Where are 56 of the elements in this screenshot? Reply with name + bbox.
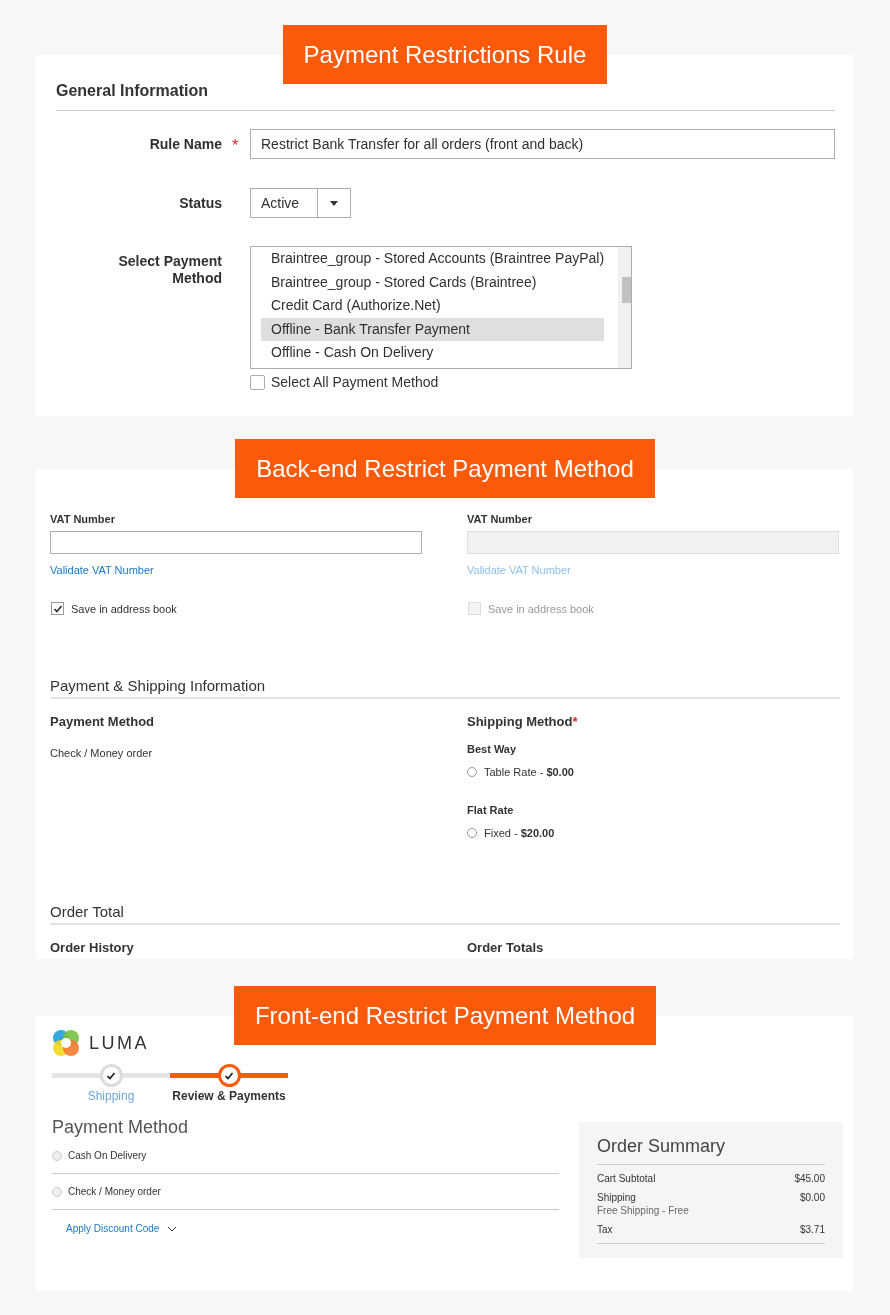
section-banner: Back-end Restrict Payment Method xyxy=(235,439,655,498)
checkbox-label: Save in address book xyxy=(71,602,177,615)
shipping-carrier: Best Way xyxy=(467,743,518,755)
section-banner: Front-end Restrict Payment Method xyxy=(233,986,657,1045)
summary-title: Order Summary xyxy=(597,1136,825,1165)
field-label: VAT Number xyxy=(50,513,116,525)
payment-option-label: Check / Money order xyxy=(68,1186,161,1197)
checkbox-label: Select All Payment Method xyxy=(271,374,439,390)
step-label: Review & Payments xyxy=(172,1089,286,1103)
field-label: Status xyxy=(178,194,222,212)
chevron-down-icon[interactable] xyxy=(167,1226,178,1232)
listbox-option[interactable]: Braintree_group - Stored Accounts (Braintree PayPal) xyxy=(261,247,605,271)
summary-value: $3.71 xyxy=(799,1224,825,1235)
column-title: Payment Method xyxy=(50,714,155,729)
listbox-option[interactable]: Braintree_group - Stored Cards (Braintree) xyxy=(261,270,605,294)
required-mark: * xyxy=(572,714,578,729)
vat-number-field[interactable] xyxy=(50,531,422,554)
payment-method-value: Check / Money order xyxy=(50,747,154,759)
section-heading: Payment Method xyxy=(52,1117,190,1138)
listbox-option[interactable]: Offline - Cash On Delivery xyxy=(261,341,605,365)
logo-text: LUMA xyxy=(89,1032,149,1054)
checkbox[interactable] xyxy=(51,602,64,615)
checkbox[interactable] xyxy=(250,374,265,390)
column-title: Order Totals xyxy=(467,940,545,955)
logo-icon xyxy=(52,1029,80,1057)
summary-note: Free Shipping - Free xyxy=(597,1205,689,1216)
section-heading: General Information xyxy=(56,82,835,111)
shipping-option: Fixed - $20.00 xyxy=(484,827,555,839)
caret-icon xyxy=(330,200,338,206)
checkbox-label: Save in address book xyxy=(488,602,594,615)
listbox-option[interactable]: Credit Card (Authorize.Net) xyxy=(261,294,605,318)
listbox-option[interactable]: Offline - Bank Transfer Payment xyxy=(261,317,605,341)
section-banner: Payment Restrictions Rule xyxy=(282,25,608,84)
payment-method-listbox[interactable]: Braintree_group - Stored Accounts (Braintree PayPal) Braintree_group - Stored Cards (Braintree) Credit Card (Authorize.Net) Offline - Bank Transfer Payment Offline - Cash On Delivery xyxy=(250,246,632,369)
summary-label: Cart Subtotal xyxy=(597,1173,656,1184)
shipping-option: Table Rate - $0.00 xyxy=(484,766,574,778)
summary-value: $0.00 xyxy=(799,1192,825,1205)
validate-link[interactable]: Validate VAT Number xyxy=(50,564,154,576)
status-dropdown[interactable]: Active xyxy=(250,188,351,218)
payment-option-label: Cash On Delivery xyxy=(68,1150,147,1161)
radio-button[interactable] xyxy=(52,1186,62,1197)
summary-label: Shipping xyxy=(597,1192,637,1203)
required-mark: * xyxy=(231,136,240,155)
shipping-carrier: Flat Rate xyxy=(467,804,515,816)
section-heading: Payment & Shipping Information xyxy=(50,677,840,699)
summary-label: Tax xyxy=(597,1224,613,1235)
summary-value: $45.00 xyxy=(794,1173,825,1184)
field-label: Rule Name xyxy=(148,135,222,153)
column-title: Shipping Method xyxy=(467,714,573,729)
discount-link[interactable]: Apply Discount Code xyxy=(66,1222,160,1234)
field-label: VAT Number xyxy=(467,513,533,525)
rule-name-field[interactable]: Restrict Bank Transfer for all orders (front and back) xyxy=(250,129,835,159)
radio-button[interactable] xyxy=(52,1150,62,1161)
field-label: Select Payment Method xyxy=(117,252,222,287)
column-title: Order History xyxy=(50,940,135,955)
section-heading: Order Total xyxy=(50,903,840,925)
